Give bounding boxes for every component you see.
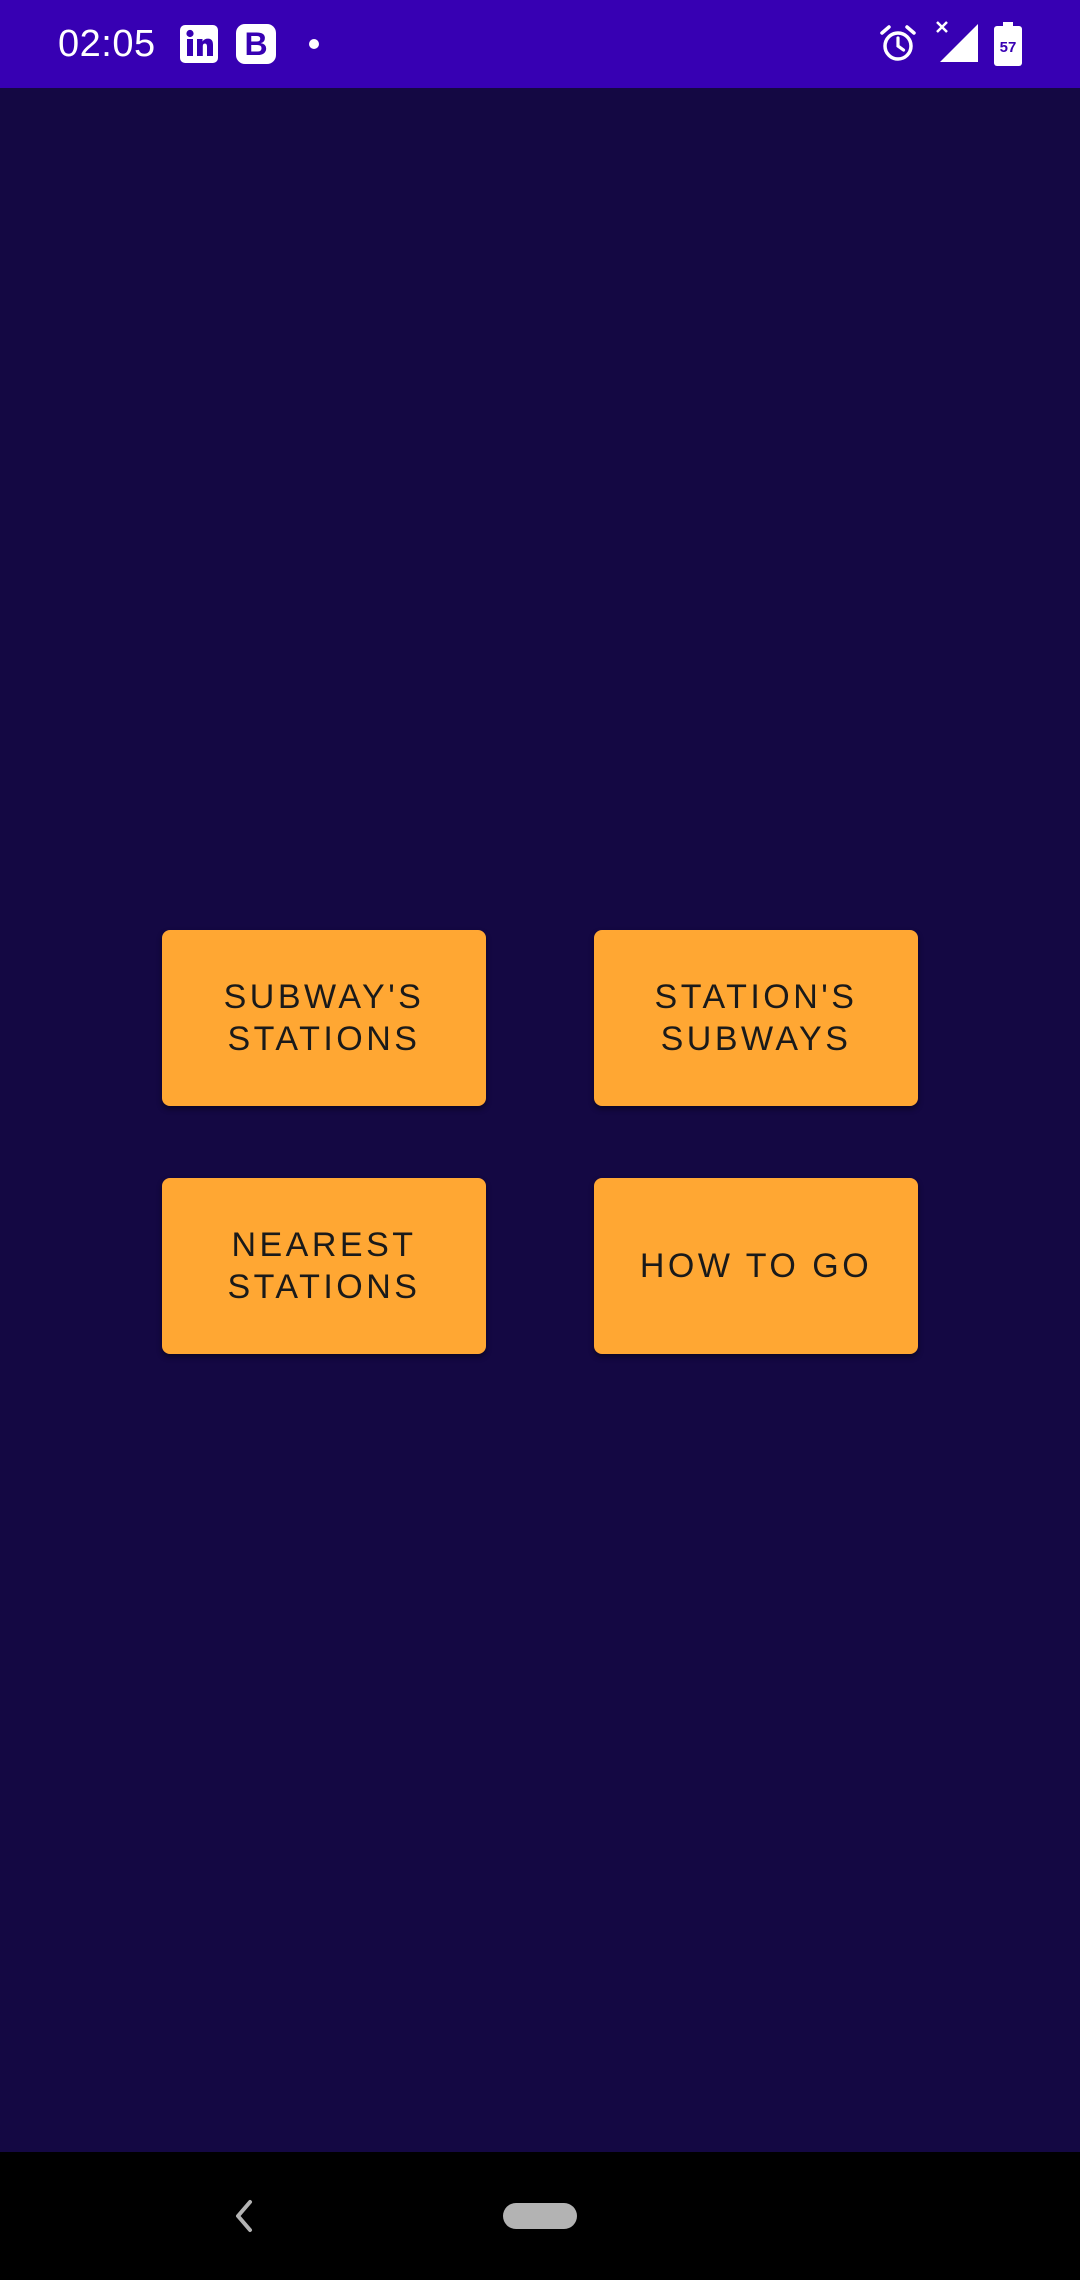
home-pill-icon[interactable] <box>503 2203 577 2229</box>
stations-subways-button[interactable]: STATION'S SUBWAYS <box>594 930 918 1106</box>
dot-icon <box>309 39 319 49</box>
linkedin-icon <box>180 25 218 63</box>
navigation-bar <box>0 2152 1080 2280</box>
nearest-stations-button[interactable]: NEAREST STATIONS <box>162 1178 486 1354</box>
how-to-go-button[interactable]: HOW TO GO <box>594 1178 918 1354</box>
b-app-icon: B <box>236 24 276 64</box>
nearest-stations-label: NEAREST STATIONS <box>227 1226 421 1306</box>
alarm-icon <box>880 25 916 61</box>
signal-no-data-icon <box>936 21 978 62</box>
status-time: 02:05 <box>58 23 156 65</box>
battery-icon: 57 <box>994 22 1022 66</box>
subways-stations-label: SUBWAY'S STATIONS <box>223 978 425 1058</box>
stations-subways-label: STATION'S SUBWAYS <box>654 978 858 1058</box>
app-content: SUBWAY'S STATIONS STATION'S SUBWAYS NEAR… <box>0 88 1080 2152</box>
how-to-go-label: HOW TO GO <box>639 1247 873 1285</box>
subways-stations-button[interactable]: SUBWAY'S STATIONS <box>162 930 486 1106</box>
back-icon[interactable] <box>226 2196 262 2236</box>
status-bar: 02:05 B 57 <box>0 0 1080 88</box>
battery-level: 57 <box>1000 39 1017 56</box>
b-app-icon-letter: B <box>244 26 268 62</box>
